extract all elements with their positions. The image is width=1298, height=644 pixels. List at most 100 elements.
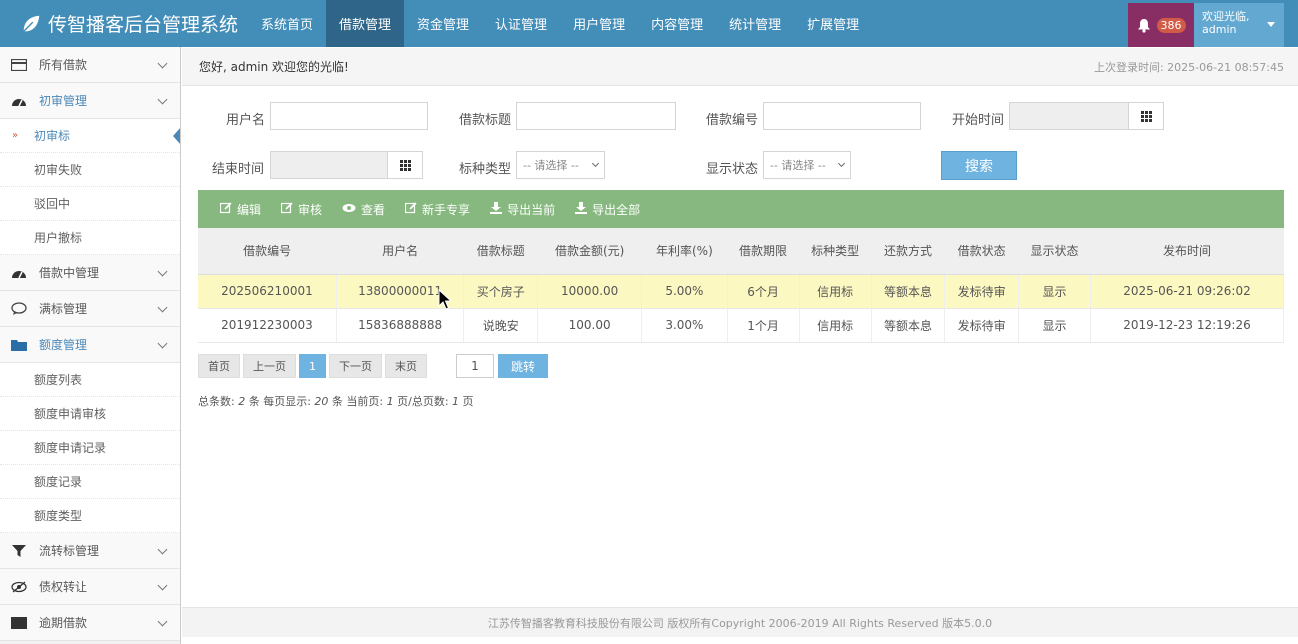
active-arrow-icon	[173, 127, 180, 145]
nav-item[interactable]: 统计管理	[716, 0, 794, 47]
toolbar-button[interactable]: 新手专享	[404, 201, 471, 218]
table-cell: 6个月	[727, 274, 800, 309]
app-title: 传智播客后台管理系统	[48, 14, 239, 36]
nav-item[interactable]: 认证管理	[482, 0, 560, 47]
chevron-down-icon	[157, 266, 168, 277]
summary-total: 2	[238, 395, 246, 408]
username-input[interactable]	[270, 102, 428, 130]
sidebar-item-label: 逾期借款	[39, 616, 88, 630]
column-header[interactable]: 借款标题	[463, 228, 538, 275]
sidebar-item-label: 债权转让	[39, 580, 88, 594]
toolbar-button[interactable]: 导出当前	[490, 201, 555, 218]
start-calendar-button[interactable]	[1128, 102, 1164, 130]
sidebar-item[interactable]: 满标管理	[0, 291, 180, 327]
title-input[interactable]	[516, 102, 676, 130]
table-row[interactable]: 202506210001 13800000011 买个房子 10000.00 5.00%…	[198, 274, 1284, 309]
column-header[interactable]: 还款方式	[871, 228, 945, 275]
nav-item[interactable]: 资金管理	[404, 0, 482, 47]
table-body: 202506210001 13800000011 买个房子 10000.00 5.00%…	[198, 274, 1284, 343]
caret-down-icon	[1267, 22, 1275, 27]
table-cell: 等额本息	[871, 274, 946, 309]
sidebar-subitem[interactable]: 额度记录	[0, 465, 180, 499]
sidebar-item[interactable]: 所有借款	[0, 47, 180, 83]
sidebar-subitem[interactable]: 驳回中	[0, 187, 180, 221]
column-header[interactable]: 标种类型	[799, 228, 872, 275]
sidebar-subitem[interactable]: 初审失败	[0, 153, 180, 187]
nav-item[interactable]: 借款管理	[326, 0, 405, 47]
next-page-button[interactable]: 下一页	[329, 354, 382, 378]
column-header[interactable]: 借款编号	[198, 228, 337, 275]
sidebar-item[interactable]: 初审管理	[0, 83, 180, 119]
table-cell: 100.00	[537, 308, 643, 343]
display-status-select[interactable]: -- 请选择 --	[763, 151, 851, 179]
nav-item[interactable]: 系统首页	[248, 0, 326, 47]
user-menu[interactable]: 欢迎光临, admin	[1194, 3, 1284, 47]
table-cell: 15836888888	[336, 308, 465, 343]
app-logo[interactable]: 传智播客后台管理系统	[0, 0, 248, 47]
table-cell: 1个月	[727, 308, 800, 343]
nav-item[interactable]: 扩展管理	[794, 0, 872, 47]
dashboard-icon	[10, 94, 28, 108]
download-icon	[575, 201, 588, 217]
display-select-value: -- 请选择 --	[770, 159, 826, 172]
page-number-input[interactable]: 1	[456, 354, 494, 378]
sidebar-subitem[interactable]: 额度类型	[0, 499, 180, 533]
toolbar-button-label: 导出全部	[592, 202, 641, 217]
welcome-text: 欢迎光临,	[1202, 10, 1250, 23]
display-status-label: 显示状态	[706, 162, 759, 177]
type-select[interactable]: -- 请选择 --	[516, 151, 605, 179]
chevron-down-icon	[591, 159, 600, 168]
toolbar-button-label: 新手专享	[422, 202, 471, 217]
loan-no-input[interactable]	[763, 102, 921, 130]
jump-button[interactable]: 跳转	[498, 354, 549, 378]
summary-per-label: 条 每页显示:	[248, 395, 311, 408]
column-header[interactable]: 发布时间	[1090, 228, 1284, 275]
table-row[interactable]: 201912230003 15836888888 说晚安 100.00 3.00% 1个月…	[198, 308, 1284, 343]
edit-icon	[404, 201, 417, 217]
sidebar-subitem[interactable]: » 初审标	[0, 119, 180, 153]
notifications-button[interactable]: 386	[1128, 3, 1194, 47]
toolbar-button[interactable]: 编辑	[219, 201, 262, 218]
sidebar-item[interactable]: 债权转让	[0, 569, 180, 605]
sidebar-subitem-label: 额度申请记录	[34, 441, 107, 455]
sidebar-item[interactable]: 逾期借款	[0, 605, 180, 641]
column-header[interactable]: 显示状态	[1018, 228, 1091, 275]
sidebar-item[interactable]: 流转标管理	[0, 533, 180, 569]
search-button[interactable]: 搜索	[941, 151, 1017, 180]
notification-badge: 386	[1156, 17, 1186, 33]
toolbar-button[interactable]: 审核	[280, 201, 322, 218]
footer: 江苏传智播客教育科技股份有限公司 版权所有Copyright 2006-2019…	[182, 607, 1298, 637]
sidebar: 所有借款 初审管理 » 初审标 初审失败 驳回中 用户撤标 借款中管理 满标管理 额度管理 额度列表…	[0, 47, 181, 644]
sidebar-subitem[interactable]: 额度申请记录	[0, 431, 180, 465]
nav-item[interactable]: 用户管理	[560, 0, 638, 47]
chevron-down-icon	[837, 159, 846, 168]
sidebar-item[interactable]: 额度管理	[0, 327, 180, 363]
sidebar-item[interactable]: 借款中管理	[0, 255, 180, 291]
start-time-input[interactable]	[1009, 102, 1129, 130]
sidebar-subitem[interactable]: 额度列表	[0, 363, 180, 397]
toolbar-button-label: 编辑	[237, 202, 262, 217]
column-header[interactable]: 用户名	[336, 228, 464, 275]
credit-card-icon	[10, 58, 28, 72]
download-icon	[490, 201, 503, 217]
first-page-button[interactable]: 首页	[198, 354, 240, 378]
prev-page-button[interactable]: 上一页	[243, 354, 296, 378]
sidebar-subitem[interactable]: 额度申请审核	[0, 397, 180, 431]
greeting-text: 您好, admin 欢迎您的光临!	[199, 60, 349, 74]
toolbar-button[interactable]: 查看	[342, 201, 385, 218]
loan-no-label: 借款编号	[706, 113, 759, 128]
nav-item[interactable]: 内容管理	[638, 0, 716, 47]
end-calendar-button[interactable]	[387, 151, 423, 179]
chevron-down-icon	[157, 544, 168, 555]
column-header[interactable]: 借款期限	[727, 228, 800, 275]
sidebar-subitem[interactable]: 用户撤标	[0, 221, 180, 255]
current-page-button[interactable]: 1	[299, 354, 326, 378]
column-header[interactable]: 借款金额(元)	[537, 228, 642, 275]
toolbar-button[interactable]: 导出全部	[575, 201, 640, 218]
chevron-down-icon	[157, 616, 168, 627]
column-header[interactable]: 借款状态	[944, 228, 1019, 275]
last-page-button[interactable]: 末页	[385, 354, 427, 378]
column-header[interactable]: 年利率(%)	[641, 228, 728, 275]
end-time-input[interactable]	[270, 151, 388, 179]
sidebar-subitem-label: 额度申请审核	[34, 407, 107, 421]
